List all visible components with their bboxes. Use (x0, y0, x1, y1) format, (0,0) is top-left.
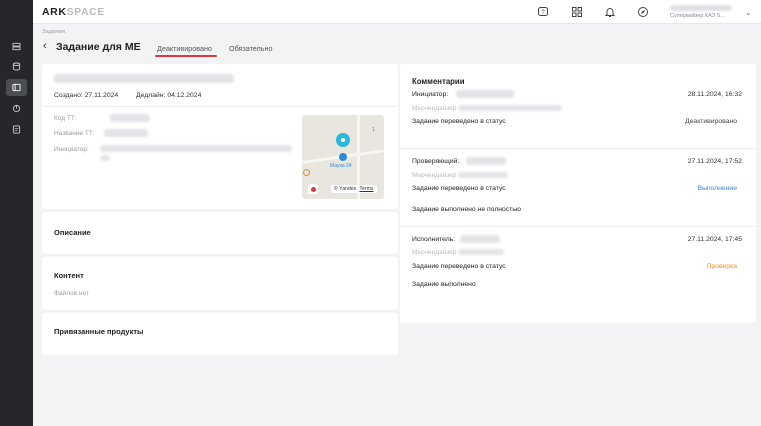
comments-title: Комментарии (412, 77, 465, 86)
map-attribution: © Yandex Terms (331, 185, 377, 193)
field-value-redacted (110, 114, 150, 122)
task-name-redacted (54, 74, 234, 83)
map-number: 1 (372, 127, 375, 133)
database-icon[interactable] (6, 58, 27, 75)
comment-text: Задание переведено в статус (412, 118, 506, 125)
car-icon (339, 153, 347, 161)
comments-divider (400, 226, 756, 227)
user-role[interactable]: Супервайзер КАЗ S... (670, 13, 725, 19)
created-date: Создано: 27.11.2024 (54, 92, 119, 99)
comment-status: Деактивировано (685, 118, 737, 125)
compass-icon[interactable] (636, 5, 650, 19)
app-logo[interactable]: ARKSPACE (42, 6, 105, 18)
description-title: Описание (54, 228, 91, 237)
comment-date: 27.11.2024, 17:45 (687, 236, 742, 243)
comment-subrole: Мерчендайзер (412, 105, 457, 112)
map-provider: Yandex (339, 186, 357, 192)
deadline-date: Дедлайн: 04.12.2024 (136, 92, 202, 99)
comment-role: Исполнитель: (412, 236, 456, 243)
comment-text: Задание переведено в статус (412, 263, 506, 270)
map-widget[interactable]: 1 Мауха 24 © Yandex Terms (302, 115, 384, 199)
comment-author-redacted (458, 249, 504, 255)
comment-status: Выполнение (697, 185, 737, 192)
task-dates: Создано: 27.11.2024 Дедлайн: 04.12.2024 (54, 92, 217, 99)
bell-icon[interactable] (603, 5, 617, 19)
location-pin-icon[interactable] (336, 133, 350, 147)
comment-status: Проверка (706, 263, 737, 270)
back-arrow-icon[interactable]: ‹ (43, 41, 47, 52)
map-marker-icon[interactable] (308, 184, 318, 194)
logo-text-main: ARK (42, 6, 67, 18)
map-terms-link[interactable]: Terms (359, 186, 373, 192)
page-title: Задание для МЕ (56, 41, 141, 53)
user-name-redacted (670, 5, 732, 11)
comment-role: Проверяющий: (412, 158, 460, 165)
field-label-tt-code: Код ТТ: (54, 115, 77, 122)
comment-author-redacted (458, 105, 562, 111)
grid-icon[interactable] (570, 5, 584, 19)
comments-divider (400, 148, 756, 149)
help-icon[interactable]: ? (536, 5, 550, 19)
comment-role: Инициатор: (412, 91, 449, 98)
comment-note: Задание выполнено (412, 281, 476, 288)
content-empty-label: Файлов нет (54, 290, 89, 297)
content-title: Контент (54, 271, 84, 280)
field-value-redacted (100, 145, 292, 152)
field-value-redacted (104, 129, 148, 137)
comment-text: Задание переведено в статус (412, 185, 506, 192)
field-value-redacted (100, 155, 110, 161)
sidebar (0, 0, 33, 426)
breadcrumb[interactable]: Задания (42, 29, 65, 35)
chart-icon[interactable] (6, 100, 27, 117)
comment-subrole: Мерчендайзер (412, 249, 457, 256)
content-card: Контент Файлов нет (42, 257, 398, 310)
comment-author-redacted (458, 172, 508, 178)
chevron-down-icon[interactable]: ⌄ (745, 8, 752, 17)
tab-mandatory[interactable]: Обязательно (229, 44, 272, 53)
comments-card: Комментарии Инициатор: 28.11.2024, 16:32… (400, 64, 756, 323)
comment-author-redacted (456, 90, 514, 98)
comment-author-redacted (460, 235, 500, 243)
card-divider (42, 106, 398, 107)
comment-note: Задание выполнено не полностью (412, 206, 521, 213)
active-tab-indicator (155, 55, 217, 57)
tasks-icon[interactable] (6, 79, 27, 96)
logo-text-accent: SPACE (66, 6, 105, 18)
field-label-initiator: Инициатор: (54, 146, 89, 153)
task-card: Создано: 27.11.2024 Дедлайн: 04.12.2024 … (42, 64, 398, 209)
topbar: ARKSPACE ? Супервайзер КАЗ S... ⌄ (33, 0, 761, 24)
poi-icon (303, 169, 310, 176)
comment-date: 28.11.2024, 16:32 (687, 91, 742, 98)
field-label-tt-name: Название ТТ: (54, 130, 95, 137)
reports-icon[interactable] (6, 121, 27, 138)
products-title: Привязанные продукты (54, 327, 144, 336)
products-card: Привязанные продукты (42, 313, 398, 355)
comment-date: 27.11.2024, 17:52 (687, 158, 742, 165)
map-place-label: Мауха 24 (330, 163, 352, 169)
comment-subrole: Мерчендайзер (412, 172, 457, 179)
tab-deactivated[interactable]: Деактивировано (157, 44, 212, 53)
description-card: Описание (42, 212, 398, 254)
layers-icon[interactable] (6, 38, 27, 55)
comment-author-redacted (466, 157, 506, 165)
